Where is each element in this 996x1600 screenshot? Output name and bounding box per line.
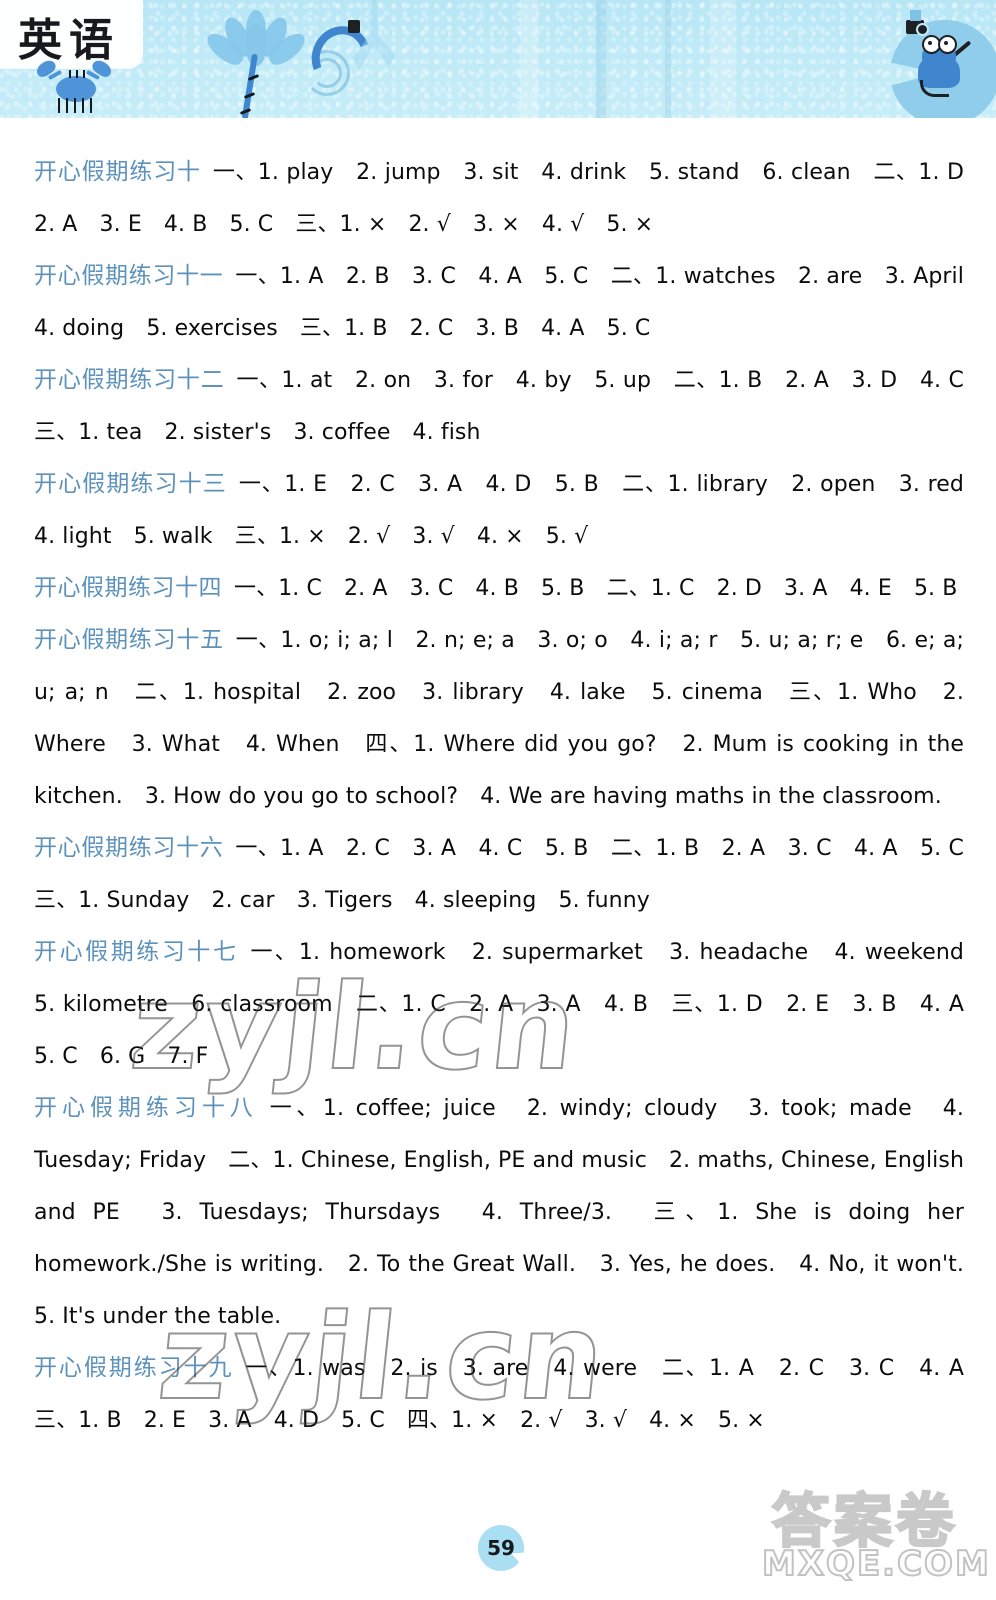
answer-entry: 开心假期练习十二 一、1. at 2. on 3. for 4. by 5. up…	[34, 354, 986, 458]
exercise-title: 开心假期练习十八	[34, 1095, 258, 1121]
answer-list: 开心假期练习十 一、1. play 2. jump 3. sit 4. drink…	[34, 146, 986, 1446]
banner-streak	[665, 0, 671, 118]
exercise-title: 开心假期练习十九	[34, 1355, 234, 1381]
answer-entry: 开心假期练习十一 一、1. A 2. B 3. C 4. A 5. C 二、1. …	[34, 250, 986, 354]
answer-entry: 开心假期练习十八 一、1. coffee; juice 2. windy; clo…	[34, 1082, 986, 1342]
exercise-answers: 一、1. C 2. A 3. C 4. B 5. B 二、1. C 2. D 3…	[234, 576, 958, 601]
exercise-title: 开心假期练习十四	[34, 575, 222, 601]
answer-entry: 开心假期练习十七 一、1. homework 2. supermarket 3. …	[34, 926, 986, 1082]
answer-entry: 开心假期练习十 一、1. play 2. jump 3. sit 4. drink…	[34, 146, 986, 250]
water-hose-icon	[300, 14, 380, 104]
answer-entry: 开心假期练习十三 一、1. E 2. C 3. A 4. D 5. B 二、1. …	[34, 458, 986, 562]
banner-texture	[0, 0, 996, 118]
frog-selfie-icon	[902, 10, 974, 102]
answer-entry: 开心假期练习十九 一、1. was 2. is 3. are 4. were 二、…	[34, 1342, 986, 1446]
exercise-title: 开心假期练习十一	[34, 263, 224, 289]
banner-streak	[710, 0, 736, 118]
exercise-answers: 一、1. coffee; juice 2. windy; cloudy 3. t…	[34, 1096, 987, 1329]
lotus-flower-icon	[202, 8, 310, 118]
exercise-title: 开心假期练习十七	[34, 939, 239, 965]
answer-sheet: 开心假期练习十 一、1. play 2. jump 3. sit 4. drink…	[0, 118, 996, 1600]
crab-icon	[30, 54, 120, 114]
exercise-title: 开心假期练习十六	[34, 835, 224, 861]
exercise-title: 开心假期练习十三	[34, 471, 227, 497]
exercise-title: 开心假期练习十五	[34, 627, 224, 653]
banner-streak	[520, 0, 538, 118]
page-number: 59	[487, 1536, 515, 1560]
answer-entry: 开心假期练习十四 一、1. C 2. A 3. C 4. B 5. B 二、1. …	[34, 562, 964, 614]
exercise-title: 开心假期练习十	[34, 159, 201, 185]
answer-entry: 开心假期练习十六 一、1. A 2. C 3. A 4. C 5. B 二、1. …	[34, 822, 986, 926]
answer-entry: 开心假期练习十五 一、1. o; i; a; l 2. n; e; a 3. o;…	[34, 614, 964, 822]
exercise-title: 开心假期练习十二	[34, 367, 225, 393]
exercise-answers: 一、1. o; i; a; l 2. n; e; a 3. o; o 4. i;…	[34, 628, 964, 809]
page-header-banner: 英语	[0, 0, 996, 118]
banner-streak	[596, 0, 606, 118]
